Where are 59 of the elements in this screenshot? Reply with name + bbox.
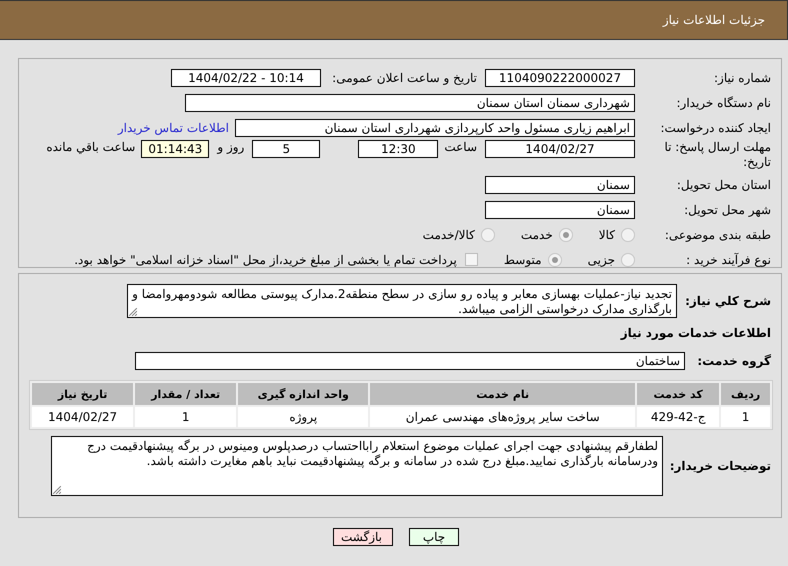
need-number-field: 1104090222000027 <box>485 68 635 86</box>
column-header: واحد اندازه گیری <box>238 383 368 405</box>
announce-date-field: 1404/02/22 - 10:14 <box>171 68 321 86</box>
service-group-field: ساختمان <box>135 352 685 370</box>
option-label: متوسط <box>504 252 542 266</box>
remaining-time-field: 01:14:43 <box>141 140 210 158</box>
column-header: تاریخ نیاز <box>32 383 134 405</box>
remaining-label: ساعت باقي مانده <box>46 140 136 154</box>
back-button[interactable]: بازگشت <box>333 528 393 546</box>
radio-button[interactable] <box>558 228 573 242</box>
province-field: سمنان <box>485 176 635 194</box>
print-button[interactable]: چاپ <box>409 528 459 546</box>
days-field: 5 <box>252 140 320 158</box>
field-label: گروه خدمت: <box>696 354 772 368</box>
field-label: شماره نیاز: <box>713 70 772 84</box>
buyer-notes-field: لطفارقم پیشنهادی جهت اجرای عملیات موضوع استعلام رابااحتساب درصدپلوس ومینوس در برگه پیشنهادقیمت درج ودرسامانه بارگذاری نمایید.مبلغ درج شده در سامانه و برگه پیشنهادقیمت نباید باهم مغایرت داشته باشد. <box>51 436 663 496</box>
field-label: نام دستگاه خریدار: <box>676 96 772 110</box>
time-label: ساعت <box>444 140 477 154</box>
creator-field: ابراهیم زیاری مسئول واحد کارپردازی شهرداری استان سمنان <box>235 118 635 136</box>
table-cell: 1 <box>721 407 770 427</box>
column-header: تعداد / مقدار <box>135 383 236 405</box>
resize-grip-icon[interactable] <box>53 486 61 494</box>
days-label: روز و <box>217 140 244 154</box>
field-label: نوع فرآیند خرید : <box>685 252 772 266</box>
column-header: ردیف <box>721 383 770 405</box>
field-label: طبقه بندی موضوعی: <box>664 228 772 242</box>
page-title: جزئیات اطلاعات نیاز <box>662 13 765 27</box>
time-field: 12:30 <box>358 140 438 158</box>
contact-link[interactable]: اطلاعات تماس خریدار <box>118 120 229 134</box>
radio-button[interactable] <box>548 252 562 266</box>
deadline-date-field: 1404/02/27 <box>485 140 635 158</box>
description-field: تجدید نیاز-عملیات بهسازی معابر و پیاده رو سازی در سطح منطقه2.مدارک پیوستی مطالعه شودومهروامضا و بارگذاری مدارک درخواستی الزامی میباشد. <box>127 284 677 318</box>
option-label: کالا <box>598 228 615 242</box>
buyer-field: شهرداری سمنان استان سمنان <box>185 94 635 112</box>
table-cell: 1 <box>135 407 236 427</box>
column-header: نام خدمت <box>370 383 636 405</box>
field-label: استان محل تحویل: <box>676 178 772 192</box>
field-label: ایجاد کننده درخواست: <box>659 120 772 134</box>
table-cell: ساخت سایر پروژه‌های مهندسی عمران <box>370 407 636 427</box>
radio-button[interactable] <box>621 252 635 266</box>
table-cell: 1404/02/27 <box>32 407 134 427</box>
field-label: تاریخ و ساعت اعلان عمومی: <box>331 70 477 84</box>
section-heading: اطلاعات خدمات مورد نیاز <box>620 326 771 340</box>
option-label: خدمت <box>520 228 553 242</box>
field-label: شهر محل تحویل: <box>683 202 772 216</box>
radio-button[interactable] <box>621 228 635 242</box>
radio-button[interactable] <box>480 228 495 242</box>
table-cell: ج-42-429 <box>637 407 720 427</box>
resize-grip-icon[interactable] <box>129 308 137 316</box>
treasury-note: پرداخت تمام یا بخشی از مبلغ خرید،از محل "اسناد خزانه اسلامی" خواهد بود. <box>74 252 457 266</box>
field-label: توضیحات خریدار: <box>668 459 772 473</box>
option-label: جزیی <box>588 252 615 266</box>
field-label: شرح کلي نیاز: <box>684 294 772 308</box>
checkbox[interactable] <box>464 253 478 266</box>
city-field: سمنان <box>485 200 635 218</box>
option-label: کالا/خدمت <box>422 228 475 242</box>
table-cell: پروژه <box>238 407 368 427</box>
column-header: کد خدمت <box>637 383 720 405</box>
field-label: مهلت ارسال پاسخ: تا تاریخ: <box>663 140 772 170</box>
